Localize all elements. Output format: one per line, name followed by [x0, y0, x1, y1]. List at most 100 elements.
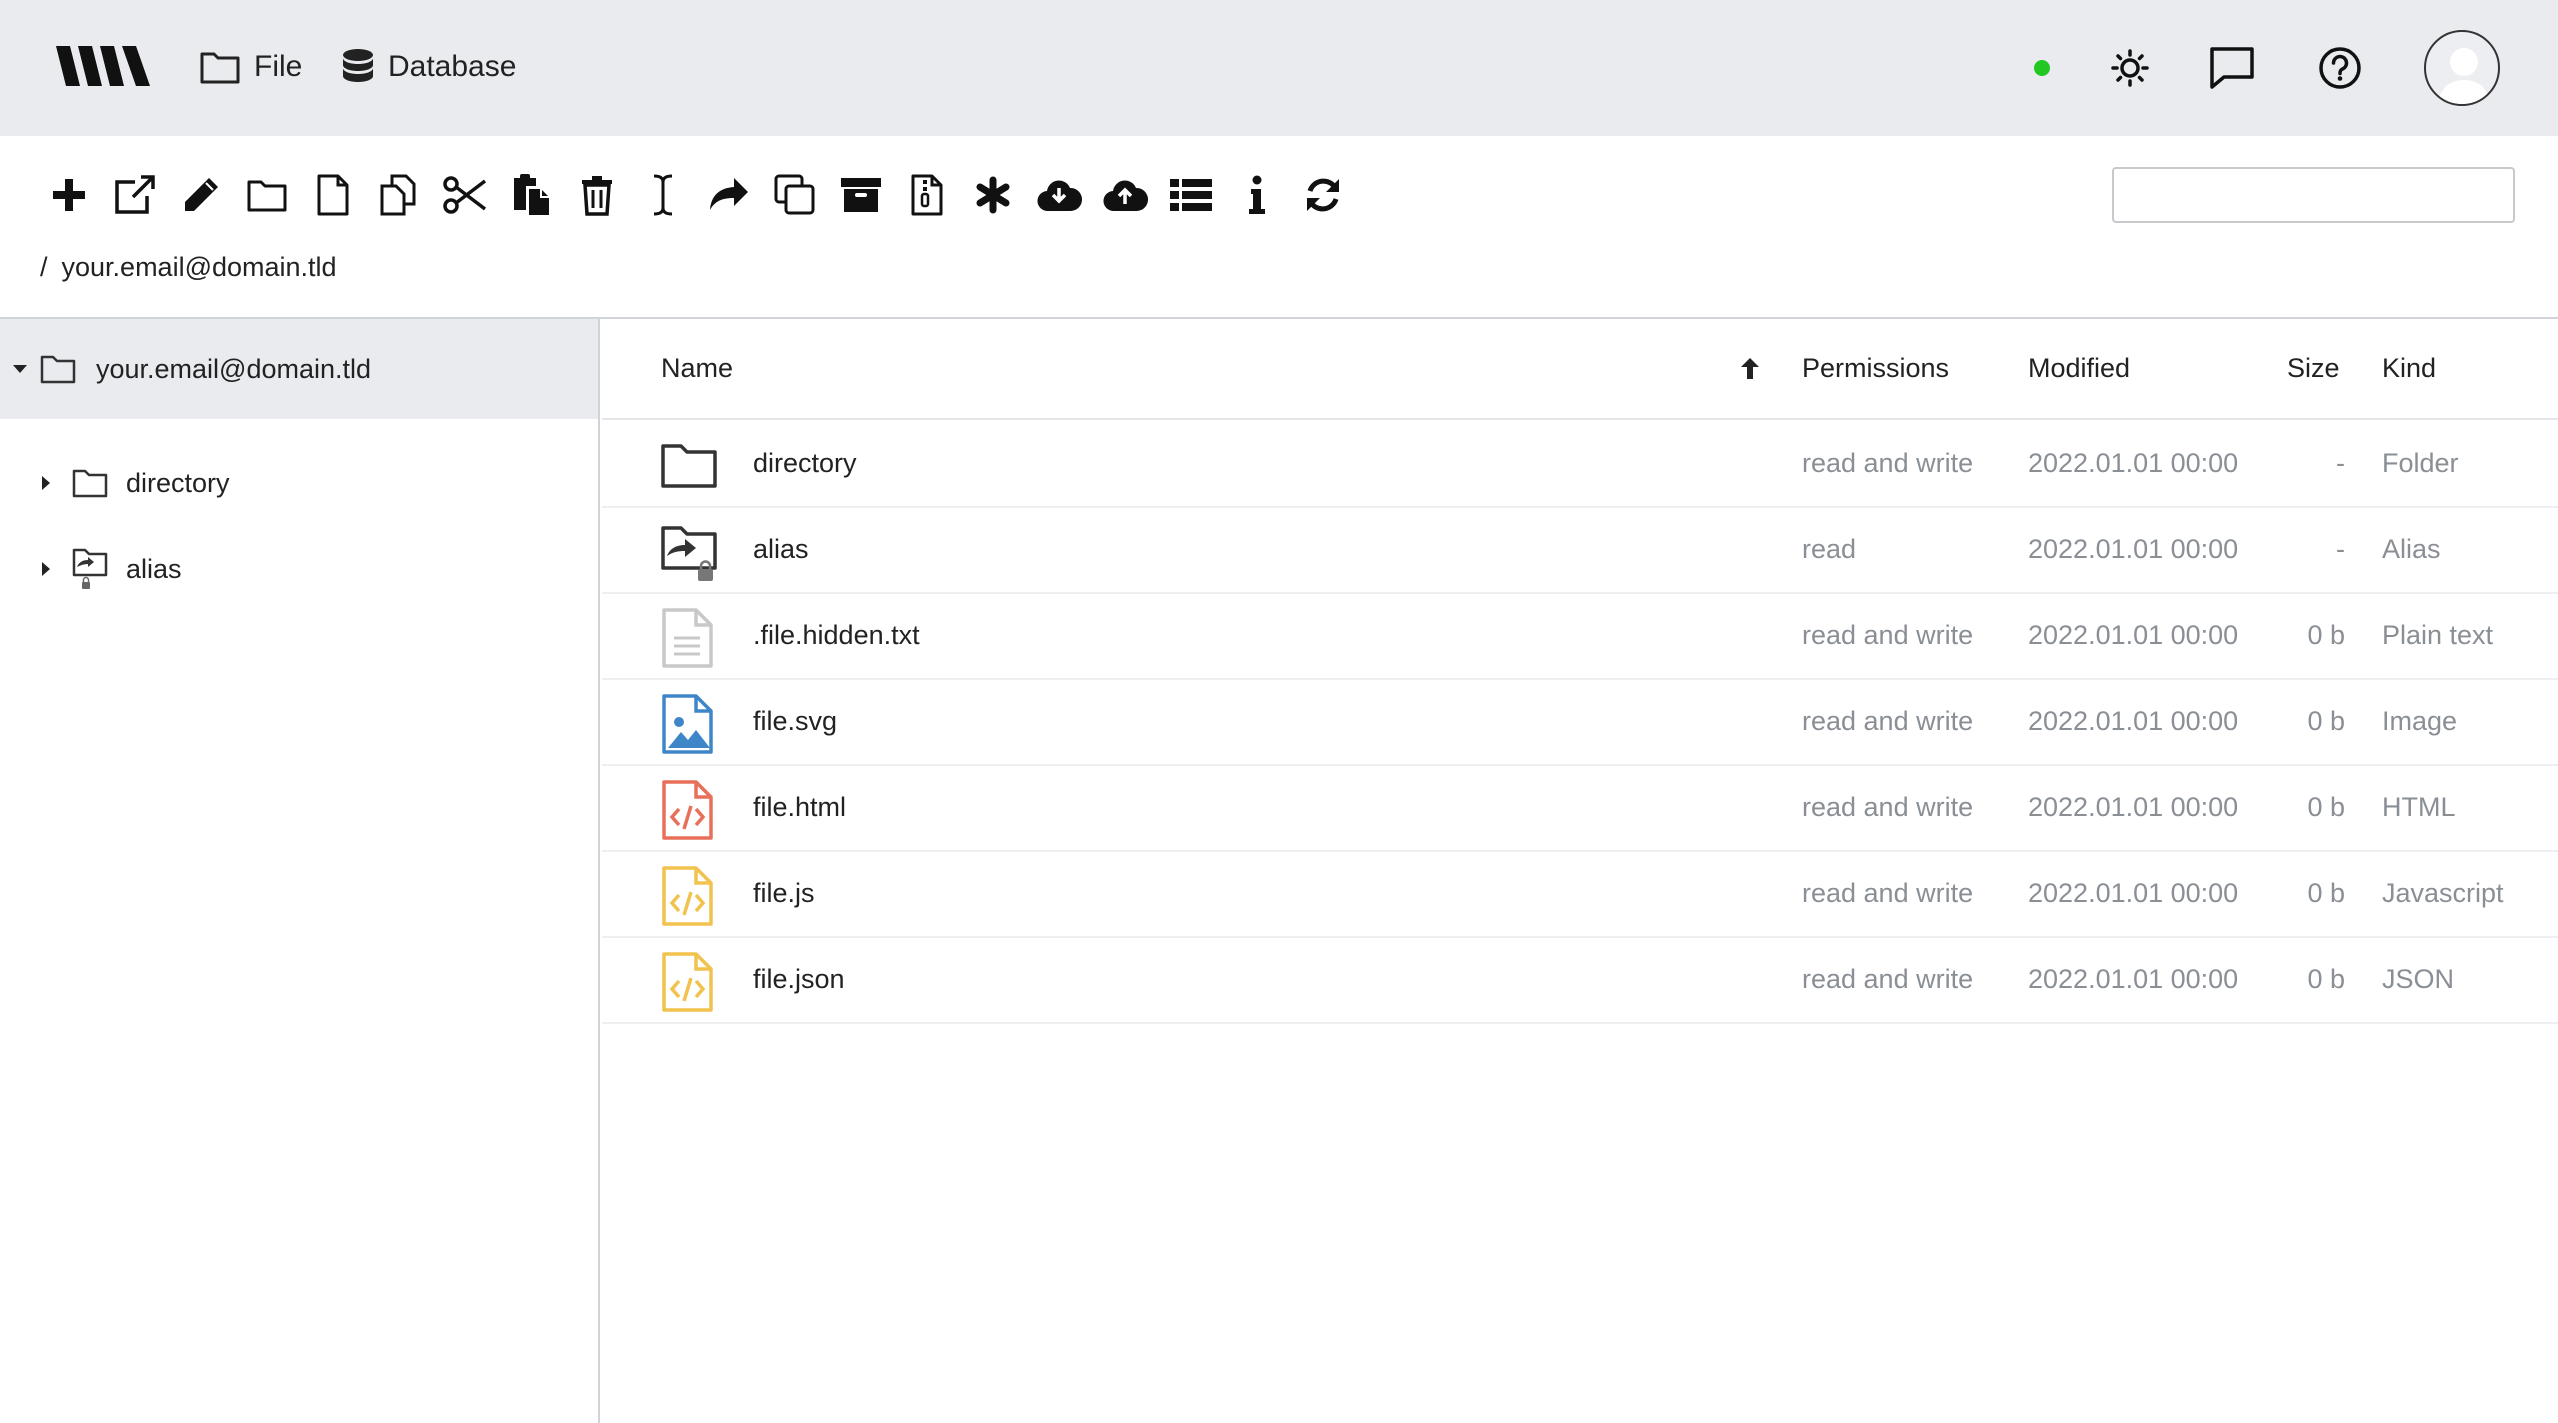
file-size: 0 b [2307, 620, 2345, 650]
file-permissions: read and write [1802, 620, 1974, 650]
caret-down-icon[interactable] [12, 363, 28, 375]
tree-item-alias[interactable]: alias [0, 529, 598, 609]
asterisk-icon [976, 176, 1010, 214]
html-file-icon [662, 780, 713, 840]
file-size: 0 b [2307, 706, 2345, 736]
column-kind-header[interactable]: Kind [2382, 353, 2436, 384]
new-folder-button[interactable] [234, 170, 300, 220]
table-row[interactable]: file.json read and write 2022.01.01 00:0… [602, 938, 2558, 1024]
new-file-button[interactable] [300, 170, 366, 220]
archive-button[interactable] [828, 170, 894, 220]
file-modified: 2022.01.01 00:00 [2028, 792, 2239, 822]
select-text-button[interactable] [630, 170, 696, 220]
database-icon [343, 49, 373, 82]
file-icon [317, 174, 349, 216]
table-row[interactable]: file.html read and write 2022.01.01 00:0… [602, 766, 2558, 852]
file-name: file.svg [753, 706, 838, 736]
new-button[interactable] [36, 170, 102, 220]
alias-folder-icon [661, 526, 717, 581]
rename-button[interactable] [168, 170, 234, 220]
delete-button[interactable] [564, 170, 630, 220]
file-list-header: Name Permissions Modified Size Kind [602, 319, 2558, 420]
file-permissions: read [1802, 534, 1857, 564]
help-icon [2319, 47, 2361, 89]
nav-database-label: Database [388, 50, 517, 83]
paste-button[interactable] [498, 170, 564, 220]
cloud-upload-icon [1103, 180, 1148, 212]
file-size: 0 b [2307, 964, 2345, 994]
list-icon [1170, 179, 1212, 211]
caret-right-icon[interactable] [40, 475, 52, 491]
column-name-header[interactable]: Name [661, 353, 733, 384]
copy-button[interactable] [366, 170, 432, 220]
file-modified: 2022.01.01 00:00 [2028, 706, 2239, 736]
file-modified: 2022.01.01 00:00 [2028, 878, 2239, 908]
file-kind: Image [2382, 706, 2458, 736]
user-avatar[interactable] [2424, 30, 2500, 106]
tree-root[interactable]: your.email@domain.tld [0, 319, 598, 419]
nav-file-label: File [254, 50, 303, 83]
column-size-header[interactable]: Size [2287, 353, 2340, 384]
file-kind: HTML [2382, 792, 2456, 822]
json-file-icon [662, 952, 713, 1012]
tree-root-label: your.email@domain.tld [96, 353, 372, 384]
tree-item-label: directory [126, 467, 230, 498]
cloud-download-icon [1037, 180, 1082, 212]
nav-database[interactable]: Database [342, 44, 516, 90]
file-size: - [2336, 448, 2345, 478]
archive-icon [841, 178, 881, 212]
file-kind: Plain text [2382, 620, 2494, 650]
scissors-icon [443, 176, 487, 214]
file-size: 0 b [2307, 792, 2345, 822]
toolbar [36, 170, 1356, 220]
file-permissions: read and write [1802, 448, 1974, 478]
upload-button[interactable] [1092, 170, 1158, 220]
paste-icon [514, 174, 549, 215]
folder-icon [661, 444, 717, 488]
messages-button[interactable] [2208, 44, 2256, 92]
duplicate-button[interactable] [762, 170, 828, 220]
copy-files-icon [380, 174, 416, 216]
sun-icon [2111, 49, 2149, 87]
list-view-button[interactable] [1158, 170, 1224, 220]
theme-toggle-button[interactable] [2106, 44, 2154, 92]
file-permissions: read and write [1802, 706, 1974, 736]
folder-icon [200, 52, 240, 84]
app-bar: File Database [0, 0, 2558, 136]
caret-right-icon[interactable] [40, 561, 52, 577]
refresh-button[interactable] [1290, 170, 1356, 220]
info-button[interactable] [1224, 170, 1290, 220]
table-row[interactable]: directory read and write 2022.01.01 00:0… [602, 422, 2558, 508]
file-name: file.html [753, 792, 847, 822]
download-button[interactable] [1026, 170, 1092, 220]
file-kind: Folder [2382, 448, 2459, 478]
breadcrumb-item[interactable]: your.email@domain.tld [62, 252, 337, 283]
sort-ascending-icon[interactable] [1739, 356, 1761, 380]
file-permissions: read and write [1802, 964, 1974, 994]
table-row[interactable]: .file.hidden.txt read and write 2022.01.… [602, 594, 2558, 680]
chat-icon [2210, 47, 2254, 89]
table-row[interactable]: file.svg read and write 2022.01.01 00:00… [602, 680, 2558, 766]
column-modified-header[interactable]: Modified [2028, 353, 2130, 384]
column-permissions-header[interactable]: Permissions [1802, 353, 1949, 384]
file-name: file.js [753, 878, 815, 908]
search-input[interactable] [2112, 167, 2515, 223]
file-modified: 2022.01.01 00:00 [2028, 534, 2239, 564]
connection-status-dot [2034, 60, 2050, 76]
nav-file[interactable]: File [200, 44, 302, 90]
select-all-button[interactable] [960, 170, 1026, 220]
share-button[interactable] [696, 170, 762, 220]
open-button[interactable] [102, 170, 168, 220]
logo-icon[interactable] [56, 46, 150, 86]
file-modified: 2022.01.01 00:00 [2028, 620, 2239, 650]
file-kind: Javascript [2382, 878, 2504, 908]
help-button[interactable] [2316, 44, 2364, 92]
tree-item-directory[interactable]: directory [0, 443, 598, 523]
table-row[interactable]: alias read 2022.01.01 00:00 - Alias [602, 508, 2558, 594]
folder-tree: your.email@domain.tld directory alias [0, 319, 600, 1423]
extract-button[interactable] [894, 170, 960, 220]
cut-button[interactable] [432, 170, 498, 220]
table-row[interactable]: file.js read and write 2022.01.01 00:00 … [602, 852, 2558, 938]
alias-folder-icon [72, 548, 108, 589]
file-name: .file.hidden.txt [753, 620, 920, 650]
